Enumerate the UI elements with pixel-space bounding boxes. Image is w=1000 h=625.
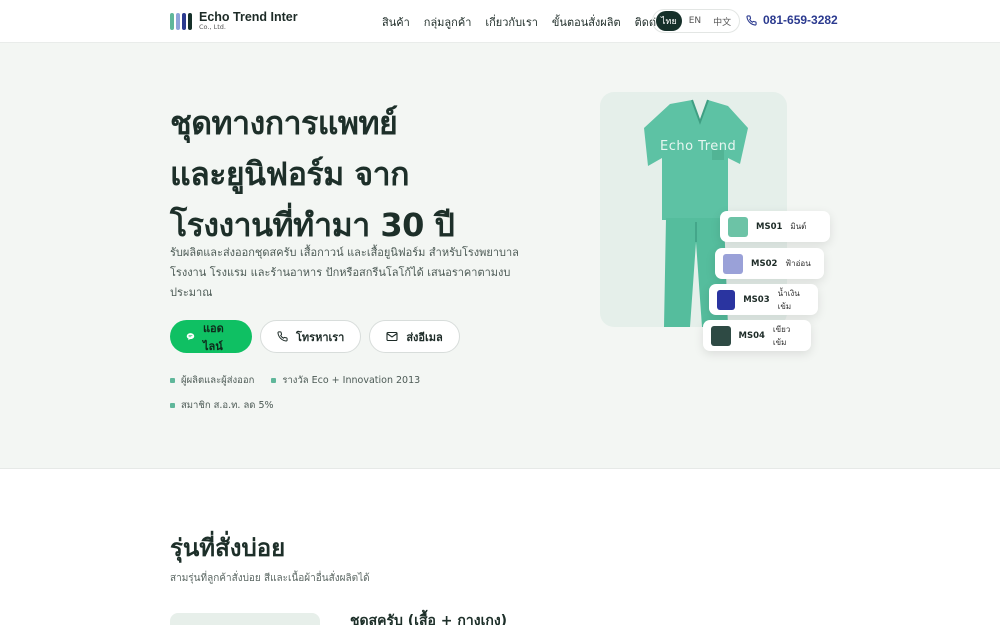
swatch-ms03[interactable]: MS03 น้ำเงินเข้ม: [709, 284, 818, 315]
phone-link[interactable]: 081-659-3282: [746, 13, 838, 27]
mail-icon: [386, 331, 398, 342]
line-add-button[interactable]: แอดไลน์: [170, 320, 252, 353]
hero-title-line: และยูนิฟอร์ม จาก: [170, 155, 409, 193]
product-card-image[interactable]: [170, 613, 320, 625]
swatch-ms02[interactable]: MS02 ฟ้าอ่อน: [715, 248, 824, 279]
phone-number: 081-659-3282: [763, 13, 838, 27]
logo-bar: [182, 12, 186, 30]
swatch-chip: [728, 216, 748, 237]
swatch-code: MS01: [756, 221, 783, 232]
swatch-label: เขียวเข้ม: [772, 324, 791, 347]
main-nav: สินค้า กลุ่มลูกค้า เกี่ยวกับเรา ขั้นตอนส…: [382, 13, 663, 31]
site-header: Echo Trend Inter Co., Ltd. สินค้า กลุ่มล…: [0, 0, 1000, 43]
swatch-code: MS02: [751, 258, 778, 269]
product-card-title[interactable]: ชุดสครับ (เสื้อ + กางเกง): [350, 610, 507, 625]
logo-bar: [188, 12, 192, 30]
email-button[interactable]: ส่งอีเมล: [369, 320, 460, 353]
badge-text: ผู้ผลิตและผู้ส่งออก: [181, 375, 255, 386]
nav-item-order-steps[interactable]: ขั้นตอนสั่งผลิต: [552, 13, 621, 31]
swatch-chip: [711, 325, 731, 346]
brand-sub: Co., Ltd.: [199, 23, 226, 31]
language-switcher: ไทย EN 中文: [652, 9, 741, 33]
bullet-icon: [170, 403, 175, 408]
nav-item-customers[interactable]: กลุ่มลูกค้า: [424, 13, 472, 31]
nav-item-about[interactable]: เกี่ยวกับเรา: [485, 13, 538, 31]
badge-text: รางวัล Eco + Innovation 2013: [282, 375, 421, 386]
line-add-label: แอดไลน์: [202, 321, 224, 353]
hero-section: ชุดทางการแพทย์ และยูนิฟอร์ม จาก โรงงานที…: [0, 43, 1000, 469]
logo-bar: [176, 12, 180, 30]
email-label: ส่งอีเมล: [406, 330, 443, 344]
badge-text: สมาชิก ส.อ.ท. ลด 5%: [181, 400, 274, 411]
lang-option-zh[interactable]: 中文: [708, 12, 736, 31]
hero-title-line: ชุดทางการแพทย์: [170, 104, 398, 142]
swatch-ms01[interactable]: MS01 มินต์: [720, 211, 830, 242]
hero-title: ชุดทางการแพทย์ และยูนิฟอร์ม จาก โรงงานที…: [170, 98, 530, 251]
logo-mark-icon: [170, 12, 192, 30]
phone-icon: [746, 14, 757, 26]
swatch-code: MS04: [738, 330, 765, 341]
hero-badges: ผู้ผลิตและผู้ส่งออก รางวัล Eco + Innovat…: [170, 373, 470, 423]
lang-option-th[interactable]: ไทย: [656, 11, 682, 31]
swatch-label: ฟ้าอ่อน: [785, 259, 811, 268]
line-chat-icon: [186, 333, 195, 341]
swatch-chip: [723, 253, 743, 274]
hero-description: รับผลิตและส่งออกชุดสครับ เสื้อกาวน์ และเ…: [170, 246, 519, 299]
bullet-icon: [271, 378, 277, 383]
lang-option-en[interactable]: EN: [684, 13, 706, 29]
brand-logo[interactable]: Echo Trend Inter Co., Ltd.: [170, 11, 298, 31]
nav-item-products[interactable]: สินค้า: [382, 13, 410, 31]
call-button[interactable]: โทรหาเรา: [260, 320, 362, 353]
section-title: รุ่นที่สั่งบ่อย: [170, 534, 286, 562]
hero-actions: แอดไลน์ โทรหาเรา ส่งอีเมล: [170, 320, 460, 353]
section-subtitle: สามรุ่นที่ลูกค้าสั่งบ่อย สีและเนื้อผ้าอื…: [170, 573, 370, 584]
brand-name: Echo Trend Inter: [199, 10, 298, 24]
bullet-icon: [170, 378, 175, 383]
badge-item: รางวัล Eco + Innovation 2013: [271, 373, 420, 388]
swatch-ms04[interactable]: MS04 เขียวเข้ม: [703, 320, 811, 351]
logo-bar: [170, 12, 174, 30]
phone-icon: [277, 331, 288, 342]
badge-item: ผู้ผลิตและผู้ส่งออก: [170, 373, 254, 388]
call-label: โทรหาเรา: [296, 330, 345, 344]
badge-item: สมาชิก ส.อ.ท. ลด 5%: [170, 398, 274, 413]
image-watermark: Echo Trend: [660, 139, 737, 154]
swatch-label: น้ำเงินเข้ม: [777, 288, 800, 311]
swatch-chip: [717, 289, 736, 310]
swatch-label: มินต์: [790, 222, 807, 231]
swatch-code: MS03: [743, 294, 770, 305]
